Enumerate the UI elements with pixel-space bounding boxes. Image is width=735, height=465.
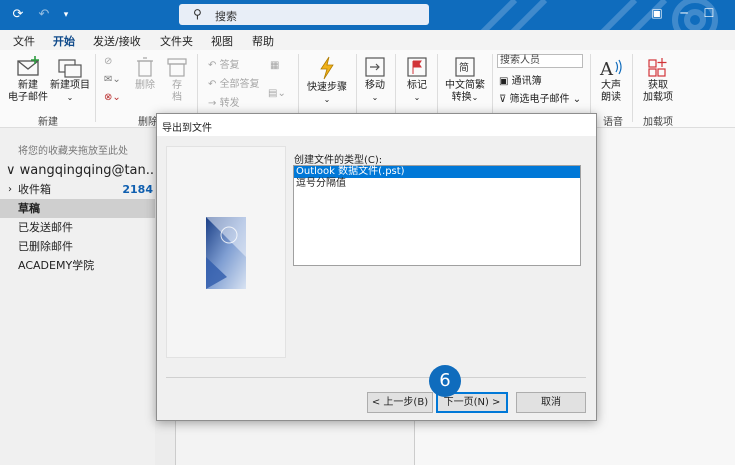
minimize-icon[interactable]: ─ bbox=[675, 6, 693, 20]
tag-button[interactable]: 标记 ⌄ bbox=[403, 56, 431, 104]
cancel-button[interactable]: 取消 bbox=[516, 392, 586, 413]
back-button[interactable]: < 上一步(B) bbox=[367, 392, 433, 413]
flag-icon bbox=[407, 57, 427, 77]
account-header[interactable]: ∨ wangqingqing@tan... bbox=[6, 163, 158, 178]
wizard-graphic bbox=[206, 217, 246, 289]
read-aloud-button[interactable]: A 大声 朗读 bbox=[597, 56, 625, 104]
ribbon-divider bbox=[356, 54, 357, 122]
read-aloud-icon: A bbox=[599, 59, 622, 78]
tab-view[interactable]: 视图 bbox=[211, 33, 233, 49]
ribbon-divider bbox=[395, 54, 396, 122]
ribbon-divider bbox=[590, 54, 591, 122]
file-type-list[interactable]: Outlook 数据文件(.pst) 逗号分隔值 bbox=[293, 165, 581, 266]
move-icon bbox=[365, 57, 385, 77]
reply-button[interactable]: ↶ 答复 bbox=[208, 56, 240, 71]
folder-deleted[interactable]: 已删除邮件 bbox=[0, 237, 155, 256]
menu-bar: 文件 开始 发送/接收 文件夹 视图 帮助 bbox=[0, 30, 735, 53]
address-book-icon: ▣ bbox=[499, 76, 509, 87]
tab-send-receive[interactable]: 发送/接收 bbox=[93, 33, 141, 49]
meeting-icon[interactable]: ▦ bbox=[270, 60, 279, 71]
filter-icon: ⊽ bbox=[499, 94, 507, 105]
dialog-title: 导出到文件 bbox=[157, 114, 596, 136]
ribbon-divider bbox=[632, 54, 633, 122]
forward-button[interactable]: → 转发 bbox=[208, 94, 240, 109]
junk-icon[interactable]: ⊗⌄ bbox=[104, 92, 121, 103]
move-button[interactable]: 移动 ⌄ bbox=[361, 56, 389, 104]
group-label-new: 新建 bbox=[38, 117, 58, 128]
trash-icon bbox=[137, 57, 153, 77]
group-label-speech: 语音 bbox=[603, 117, 623, 128]
new-item-icon bbox=[58, 59, 82, 78]
reply-all-button[interactable]: ↶ 全部答复 bbox=[208, 75, 260, 90]
file-type-label: 创建文件的类型(C): bbox=[294, 155, 383, 166]
more-respond-icon[interactable]: ▤⌄ bbox=[268, 88, 286, 99]
archive-icon bbox=[167, 58, 187, 77]
export-dialog: 导出到文件 创建文件的类型(C): Outlook 数据文件(.pst) 逗号分… bbox=[156, 113, 597, 421]
chinese-convert-button[interactable]: 简 中文简繁 转换⌄ bbox=[442, 56, 488, 104]
tab-help[interactable]: 帮助 bbox=[252, 33, 274, 49]
ribbon-divider bbox=[95, 54, 96, 122]
undo-icon[interactable]: ↶ bbox=[36, 7, 52, 23]
maximize-icon[interactable]: ☐ bbox=[700, 6, 718, 20]
option-pst[interactable]: Outlook 数据文件(.pst) bbox=[294, 166, 580, 178]
filter-email-button[interactable]: ⊽ 筛选电子邮件 ⌄ bbox=[499, 90, 581, 105]
quick-steps-button[interactable]: 快速步骤 ⌄ bbox=[303, 56, 351, 106]
search-placeholder: 搜索 bbox=[215, 10, 237, 23]
clean-up-icon[interactable]: ✉⌄ bbox=[104, 74, 121, 85]
ribbon-divider bbox=[197, 54, 198, 122]
new-item-button[interactable]: 新建项目 ⌄ bbox=[48, 56, 92, 104]
folder-pane: 将您的收藏夹拖放至此处 ∨ wangqingqing@tan... › 收件箱 … bbox=[0, 128, 158, 465]
sync-icon[interactable]: ⟳ bbox=[10, 7, 26, 23]
archive-button[interactable]: 存 档 bbox=[164, 56, 190, 104]
dialog-divider bbox=[166, 377, 586, 378]
group-label-addins: 加载项 bbox=[643, 117, 673, 128]
favorites-hint: 将您的收藏夹拖放至此处 bbox=[18, 146, 128, 157]
convert-icon: 简 bbox=[455, 57, 475, 77]
tab-home[interactable]: 开始 bbox=[53, 33, 75, 53]
lightning-icon bbox=[320, 56, 334, 80]
folder-drafts[interactable]: 草稿 bbox=[0, 199, 155, 218]
search-people-input[interactable]: 搜索人员 bbox=[497, 54, 583, 68]
new-email-icon bbox=[17, 56, 39, 76]
svg-text:A: A bbox=[599, 59, 614, 78]
get-addins-button[interactable]: 获取 加载项 bbox=[638, 56, 678, 104]
folder-inbox[interactable]: › 收件箱 2184 bbox=[0, 180, 155, 199]
ribbon-divider bbox=[298, 54, 299, 122]
tab-file[interactable]: 文件 bbox=[13, 33, 35, 49]
wizard-image bbox=[166, 146, 286, 358]
chevron-right-icon[interactable]: › bbox=[8, 180, 12, 199]
group-label-delete: 删除 bbox=[138, 117, 158, 128]
option-csv[interactable]: 逗号分隔值 bbox=[294, 178, 580, 190]
step-badge: 6 bbox=[429, 365, 461, 397]
search-icon: ⚲ bbox=[193, 7, 202, 21]
unread-count: 2184 bbox=[122, 183, 153, 196]
svg-text:简: 简 bbox=[459, 61, 469, 74]
title-bar: ⟳ ↶ ▾ ⚲ 搜索 ▣ ─ ☐ bbox=[0, 0, 735, 30]
address-book-button[interactable]: ▣ 通讯簿 bbox=[499, 72, 542, 87]
customize-icon[interactable]: ▾ bbox=[58, 7, 74, 23]
addins-icon bbox=[648, 58, 667, 77]
present-icon[interactable]: ▣ bbox=[648, 6, 666, 20]
search-box[interactable]: ⚲ 搜索 bbox=[179, 4, 429, 25]
folder-academy[interactable]: ACADEMY学院 bbox=[0, 256, 155, 275]
folder-sent[interactable]: 已发送邮件 bbox=[0, 218, 155, 237]
tab-folder[interactable]: 文件夹 bbox=[160, 33, 193, 49]
delete-button[interactable]: 删除 bbox=[132, 56, 158, 92]
ribbon-divider bbox=[492, 54, 493, 122]
ribbon-divider bbox=[437, 54, 438, 122]
ignore-icon[interactable]: ⊘ bbox=[104, 56, 112, 67]
new-email-button[interactable]: 新建 电子邮件 bbox=[8, 56, 48, 104]
